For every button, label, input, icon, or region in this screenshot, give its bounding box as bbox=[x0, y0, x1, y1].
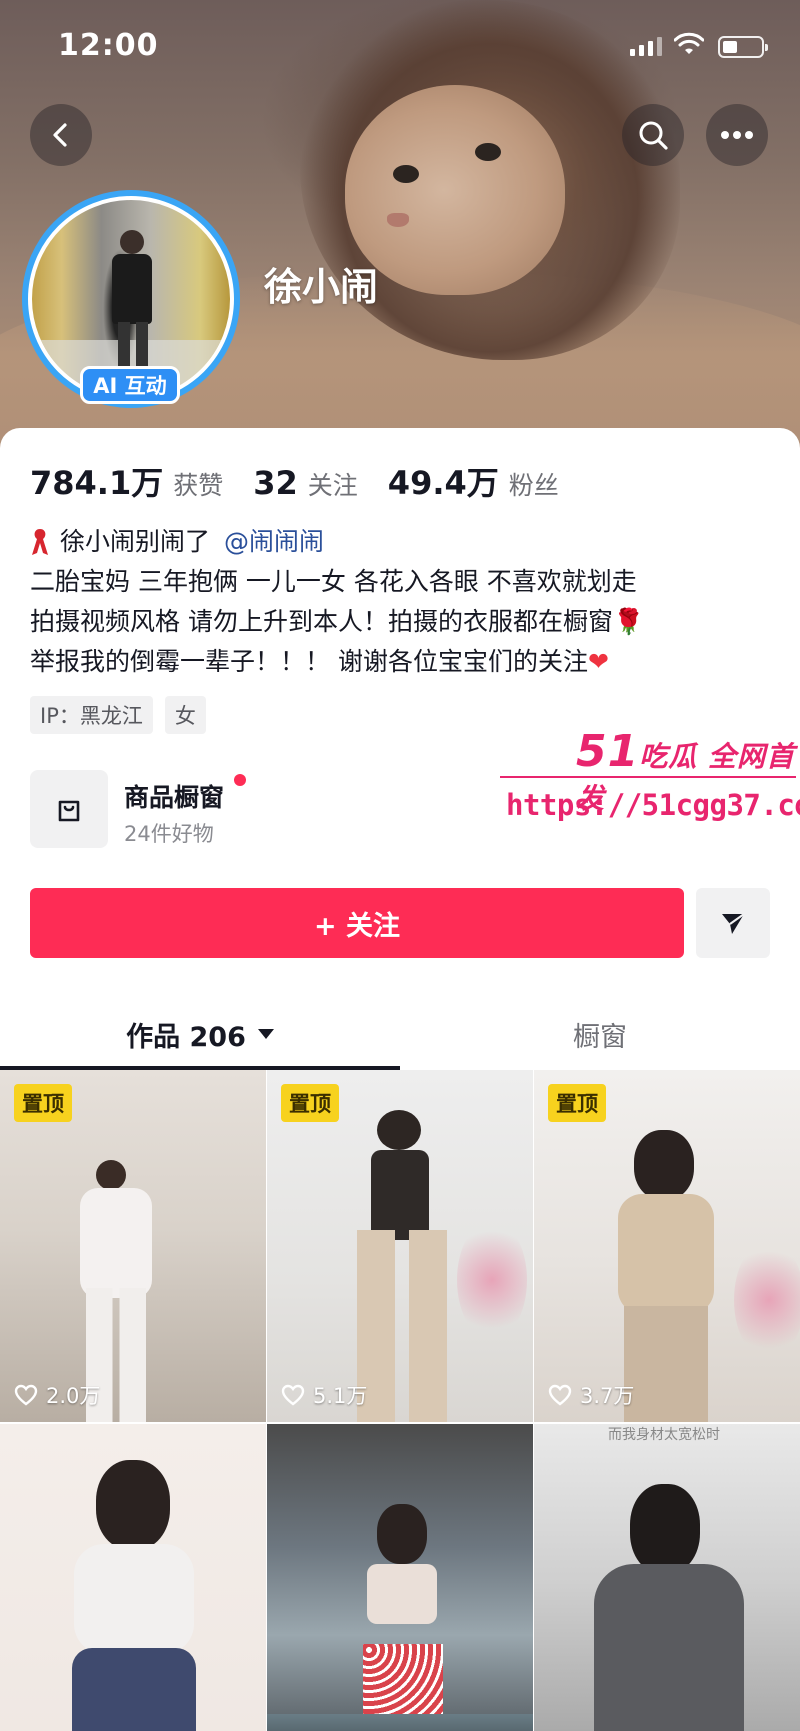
profile-tabs: 作品 206 橱窗 bbox=[0, 1000, 800, 1072]
following-count[interactable]: 32 bbox=[253, 464, 298, 502]
ip-location-tag: IP：黑龙江 bbox=[30, 696, 153, 734]
more-dots-icon bbox=[721, 131, 753, 139]
shopping-bag-icon bbox=[30, 770, 108, 848]
shop-window-subtitle: 24件好物 bbox=[124, 822, 214, 846]
followers-label: 粉丝 bbox=[508, 471, 559, 500]
status-bar: 12:00 bbox=[0, 0, 800, 90]
cat-nose bbox=[387, 213, 409, 227]
profile-bio: 徐小闹别闹了 @闹闹闹 二胎宝妈 三年抱俩 一儿一女 各花入各眼 不喜欢就划走 … bbox=[30, 522, 780, 682]
tab-shop-window[interactable]: 橱窗 bbox=[400, 1000, 800, 1068]
likes-count[interactable]: 784.1万 bbox=[30, 458, 163, 504]
profile-tags: IP：黑龙江 女 bbox=[30, 696, 206, 734]
gender-tag: 女 bbox=[164, 696, 206, 734]
video-thumbnail[interactable] bbox=[0, 1424, 266, 1731]
pinned-badge: 置顶 bbox=[548, 1084, 606, 1122]
bio-mention-link[interactable]: @闹闹闹 bbox=[224, 522, 324, 562]
video-likes: 3.7万 bbox=[548, 1380, 634, 1410]
followers-count[interactable]: 49.4万 bbox=[388, 458, 499, 504]
bio-line-3: 拍摄视频风格 请勿上升到本人！拍摄的衣服都在橱窗 bbox=[30, 607, 613, 636]
video-likes-count: 2.0万 bbox=[46, 1384, 101, 1408]
profile-username: 徐小闹 bbox=[264, 265, 379, 309]
following-label: 关注 bbox=[307, 471, 358, 500]
cat-eye-left bbox=[393, 165, 419, 183]
send-icon bbox=[722, 913, 745, 934]
video-thumbnail[interactable] bbox=[267, 1424, 533, 1731]
ai-interact-badge[interactable]: AI 互动 bbox=[80, 366, 180, 404]
video-likes-count: 3.7万 bbox=[580, 1384, 635, 1408]
video-thumbnail[interactable]: 而我身材太宽松时 bbox=[534, 1424, 800, 1731]
caret-down-icon[interactable] bbox=[257, 1029, 274, 1039]
video-likes: 2.0万 bbox=[14, 1380, 100, 1410]
heart-outline-icon bbox=[548, 1384, 572, 1406]
shop-window-title: 商品橱窗 bbox=[124, 783, 225, 812]
share-button[interactable] bbox=[696, 888, 770, 958]
back-button[interactable] bbox=[30, 104, 92, 166]
watermark-url: https://51cgg37.com bbox=[506, 788, 800, 822]
video-thumbnail[interactable]: 置顶 5.1万 bbox=[267, 1070, 533, 1422]
watermark: 51吃瓜 全网首发 https://51cgg37.com bbox=[500, 716, 800, 856]
search-icon bbox=[639, 121, 668, 150]
tab-works-label: 作品 206 bbox=[126, 1021, 246, 1053]
video-thumbnail[interactable]: 置顶 2.0万 bbox=[0, 1070, 266, 1422]
search-button[interactable] bbox=[622, 104, 684, 166]
tab-works[interactable]: 作品 206 bbox=[0, 1000, 400, 1068]
video-thumbnail[interactable]: 置顶 3.7万 bbox=[534, 1070, 800, 1422]
likes-label: 获赞 bbox=[173, 471, 224, 500]
heart-outline-icon bbox=[281, 1384, 305, 1406]
red-ribbon-icon bbox=[32, 529, 48, 555]
rose-icon: 🌹 bbox=[612, 607, 645, 636]
more-button[interactable] bbox=[706, 104, 768, 166]
video-likes-count: 5.1万 bbox=[313, 1384, 368, 1408]
wifi-icon bbox=[674, 32, 704, 54]
status-time: 12:00 bbox=[58, 28, 159, 63]
tab-window-label: 橱窗 bbox=[573, 1021, 627, 1053]
battery-icon bbox=[718, 36, 768, 58]
bio-line-2: 二胎宝妈 三年抱俩 一儿一女 各花入各眼 不喜欢就划走 bbox=[30, 567, 637, 596]
pinned-badge: 置顶 bbox=[281, 1084, 339, 1122]
video-likes: 5.1万 bbox=[281, 1380, 367, 1410]
heart-outline-icon bbox=[14, 1384, 38, 1406]
pinned-badge: 置顶 bbox=[14, 1084, 72, 1122]
bio-name-line: 徐小闹别闹了 bbox=[60, 527, 211, 556]
profile-card: 784.1万 获赞 32 关注 49.4万 粉丝 徐小闹别闹了 @闹闹闹 二胎宝… bbox=[0, 428, 800, 1731]
signal-icon bbox=[630, 36, 662, 56]
shop-notification-dot bbox=[234, 774, 246, 786]
watermark-line bbox=[500, 776, 796, 778]
follow-button[interactable]: + 关注 bbox=[30, 888, 684, 958]
shop-window-entry[interactable]: 商品橱窗 24件好物 bbox=[30, 770, 530, 850]
video-caption: 而我身材太宽松时 bbox=[608, 1427, 720, 1443]
bio-line-4: 举报我的倒霉一辈子！！！ 谢谢各位宝宝们的关注 bbox=[30, 647, 588, 676]
cat-eye-right bbox=[475, 143, 501, 161]
chevron-left-icon bbox=[53, 123, 67, 147]
profile-stats: 784.1万 获赞 32 关注 49.4万 粉丝 bbox=[30, 458, 589, 504]
heart-emoji-icon: ❤ bbox=[587, 647, 609, 676]
video-grid: 置顶 2.0万 置顶 5.1万 置顶 3.7万 而我身材太宽松时 bbox=[0, 1070, 800, 1731]
